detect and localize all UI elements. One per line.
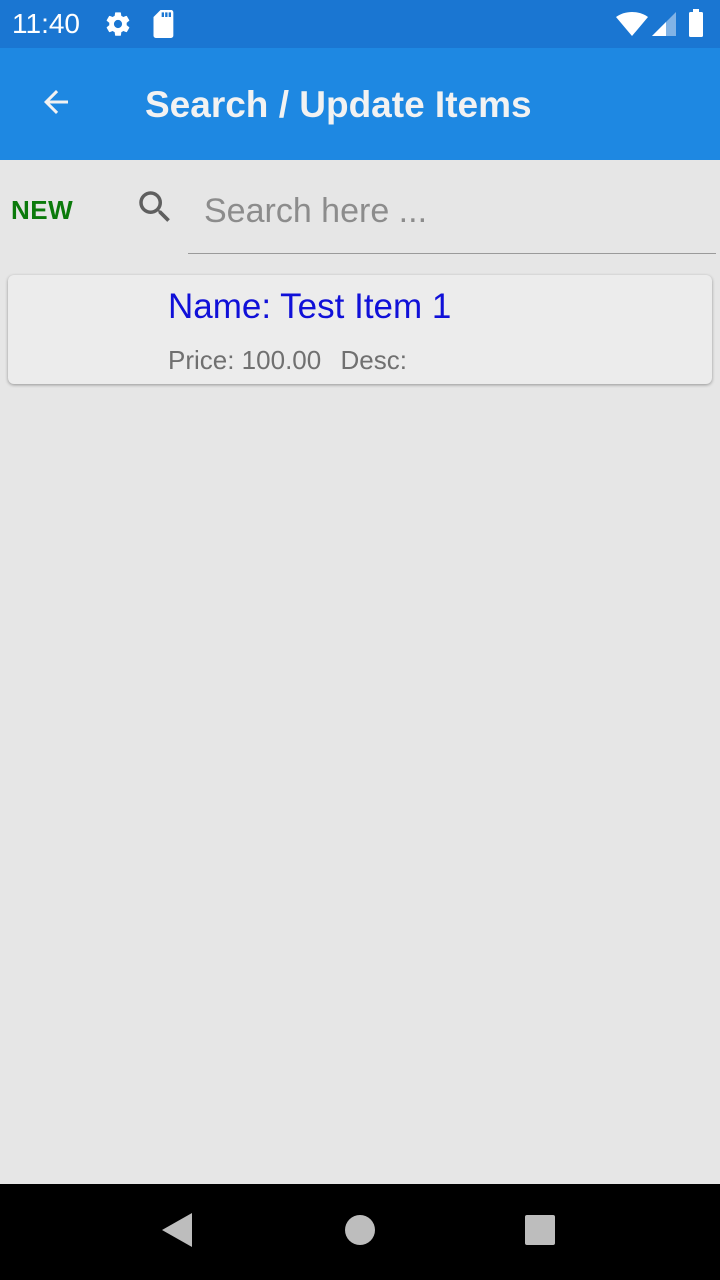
status-time: 11:40 [12,8,80,39]
item-price: Price: 100.00 [168,345,322,375]
app-bar: Search / Update Items [0,48,720,160]
nav-home-button[interactable] [334,1206,386,1258]
search-input[interactable] [188,170,716,254]
sd-card-icon [152,10,176,43]
arrow-left-icon [38,84,74,125]
list-item[interactable]: Name: Test Item 1 Price: 100.00 Desc: [8,275,712,384]
item-desc: Desc: [340,345,407,375]
recents-square-icon [524,1214,556,1251]
app-screen: 11:40 Search / Update Items NEW Search h… [0,0,720,1280]
back-button[interactable] [28,76,84,132]
signal-icon [652,12,676,41]
home-circle-icon [344,1214,376,1251]
page-title: Search / Update Items [145,84,532,125]
search-icon [134,186,176,233]
new-item-button[interactable]: NEW [11,192,73,228]
wifi-icon [616,12,648,41]
status-bar: 11:40 [0,0,720,48]
battery-icon [688,9,704,42]
back-triangle-icon [162,1212,194,1252]
item-name: Name: Test Item 1 [168,287,452,326]
nav-back-button[interactable] [152,1206,204,1258]
nav-recents-button[interactable] [514,1206,566,1258]
item-meta: Price: 100.00 Desc: [168,345,407,375]
system-nav-bar [0,1184,720,1280]
gear-icon [104,10,132,43]
